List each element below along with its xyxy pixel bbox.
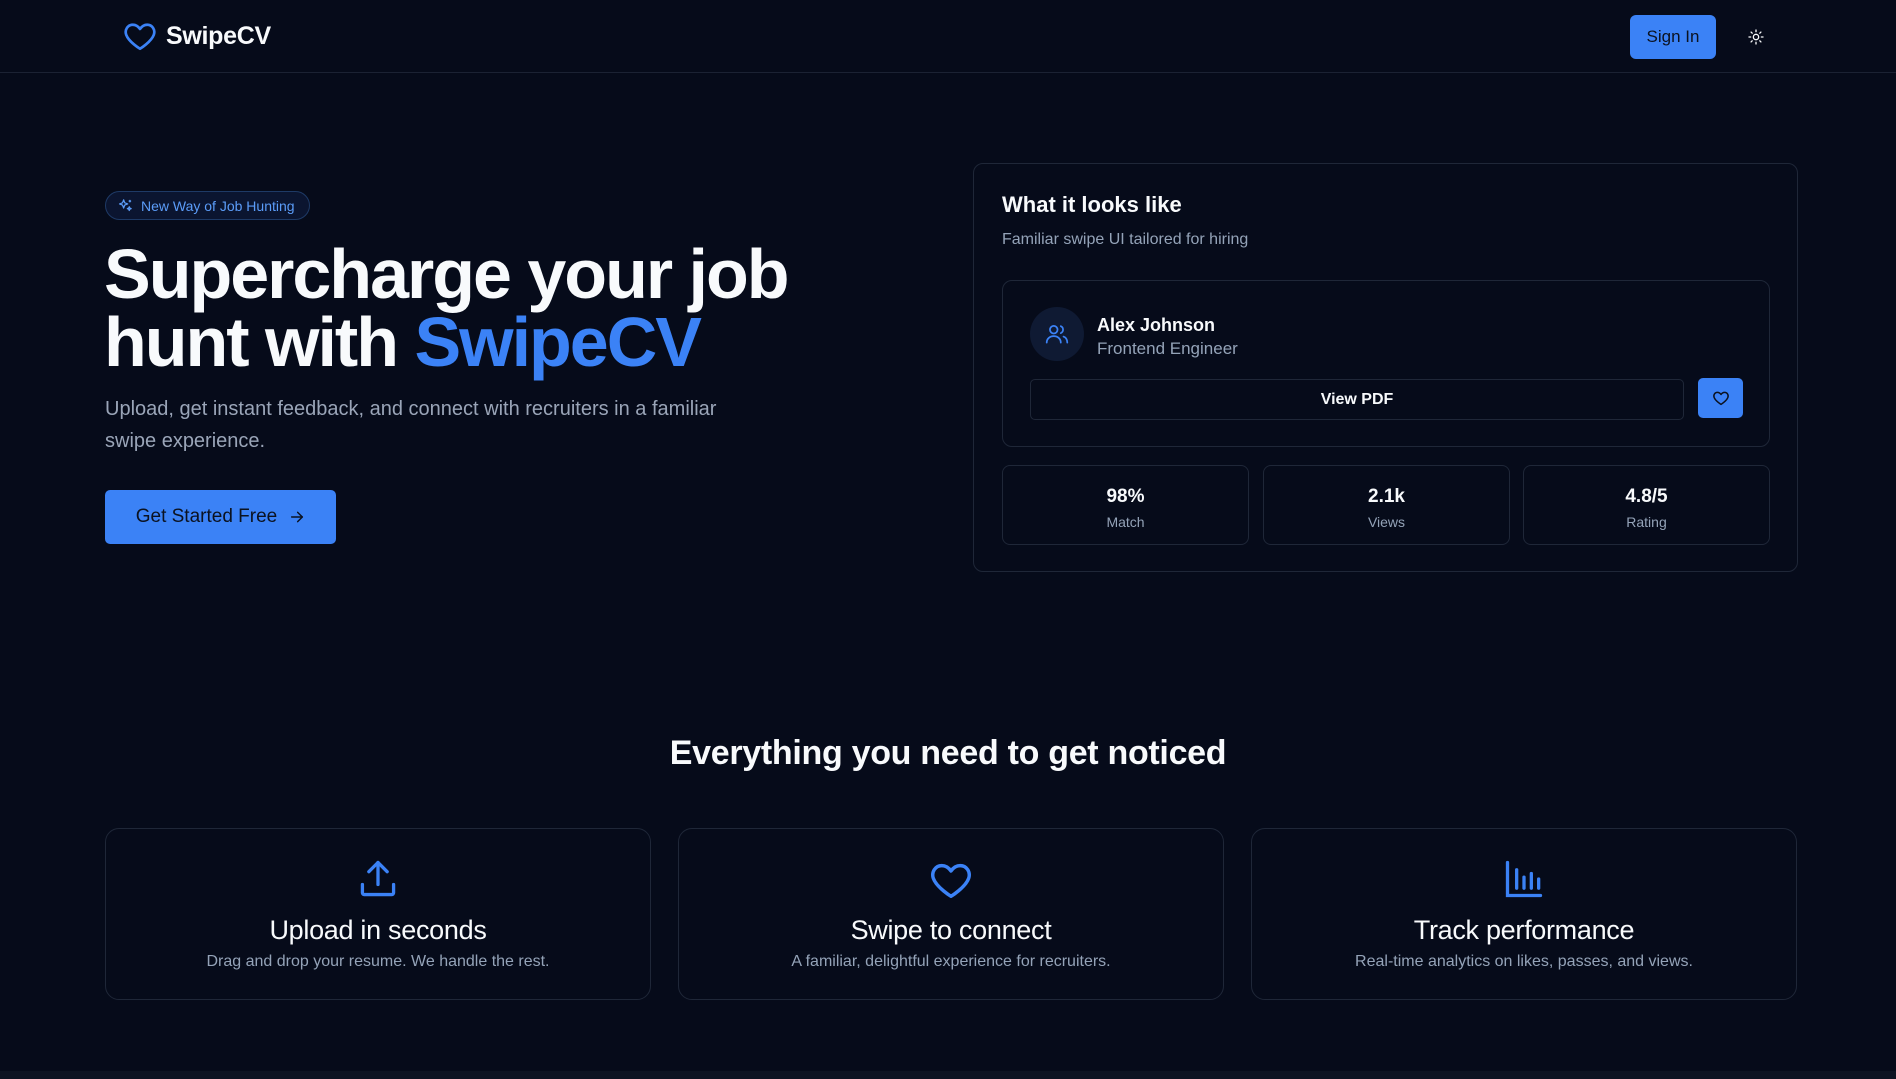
brand-logo[interactable]: SwipeCV	[122, 18, 271, 54]
theme-toggle-button[interactable]	[1740, 21, 1772, 53]
users-icon	[1045, 325, 1069, 344]
stat-value: 4.8/5	[1625, 486, 1668, 507]
preview-title: What it looks like	[1002, 192, 1182, 217]
feature-icon-wrap	[1252, 857, 1796, 901]
sun-icon	[1748, 29, 1764, 45]
brand-name: SwipeCV	[166, 21, 271, 50]
hero-title: Supercharge your job hunt with SwipeCV	[104, 239, 824, 377]
feature-card-upload: Upload in seconds Drag and drop your res…	[105, 828, 651, 1000]
footer-edge	[0, 1071, 1896, 1079]
badge-label: New Way of Job Hunting	[141, 197, 295, 214]
stat-value: 98%	[1106, 486, 1145, 507]
stat-label: Views	[1367, 514, 1406, 530]
profile-role: Frontend Engineer	[1097, 339, 1238, 358]
feature-title: Track performance	[1413, 915, 1635, 945]
stat-match: 98% Match	[1002, 465, 1249, 545]
feature-title: Swipe to connect	[850, 915, 1052, 945]
feature-description: A familiar, delightful experience for re…	[791, 953, 1111, 970]
stat-label: Rating	[1626, 514, 1667, 530]
feature-title: Upload in seconds	[269, 915, 487, 945]
sparkles-icon	[118, 199, 132, 212]
hero-subtitle: Upload, get instant feedback, and connec…	[105, 398, 717, 452]
get-started-label: Get Started Free	[135, 506, 278, 527]
heart-icon	[1712, 391, 1729, 406]
features-title: Everything you need to get noticed	[669, 734, 1227, 772]
sign-in-button[interactable]: Sign In	[1630, 15, 1716, 59]
view-pdf-button[interactable]: View PDF	[1030, 379, 1684, 420]
upload-icon	[360, 860, 396, 897]
feature-card-swipe: Swipe to connect A familiar, delightful …	[678, 828, 1224, 1000]
like-button[interactable]	[1698, 378, 1743, 418]
preview-card: What it looks like Familiar swipe UI tai…	[973, 163, 1798, 572]
feature-card-track: Track performance Real-time analytics on…	[1251, 828, 1797, 1000]
navbar: SwipeCV Sign In	[0, 0, 1896, 73]
heart-icon	[931, 863, 971, 899]
feature-description: Real-time analytics on likes, passes, an…	[1355, 953, 1693, 970]
stat-views: 2.1k Views	[1263, 465, 1510, 545]
feature-icon-wrap	[106, 857, 650, 901]
get-started-button[interactable]: Get Started Free	[105, 490, 336, 544]
stat-rating: 4.8/5 Rating	[1523, 465, 1770, 545]
bar-chart-icon	[1505, 860, 1543, 898]
heart-logo-icon	[124, 23, 156, 51]
hero-title-accent: SwipeCV	[414, 303, 702, 381]
feature-description: Drag and drop your resume. We handle the…	[206, 953, 550, 970]
arrow-right-icon	[291, 511, 304, 523]
landing-page: SwipeCV Sign In New Way of Job Hunting S…	[0, 0, 1896, 1079]
stat-label: Match	[1106, 514, 1145, 530]
hero-badge: New Way of Job Hunting	[105, 191, 310, 220]
profile-card[interactable]: Alex Johnson Frontend Engineer View PDF	[1002, 280, 1770, 447]
stat-value: 2.1k	[1368, 486, 1405, 507]
avatar	[1030, 307, 1084, 361]
profile-name: Alex Johnson	[1097, 315, 1216, 335]
preview-subtitle: Familiar swipe UI tailored for hiring	[1002, 231, 1249, 248]
feature-icon-wrap	[679, 857, 1223, 903]
